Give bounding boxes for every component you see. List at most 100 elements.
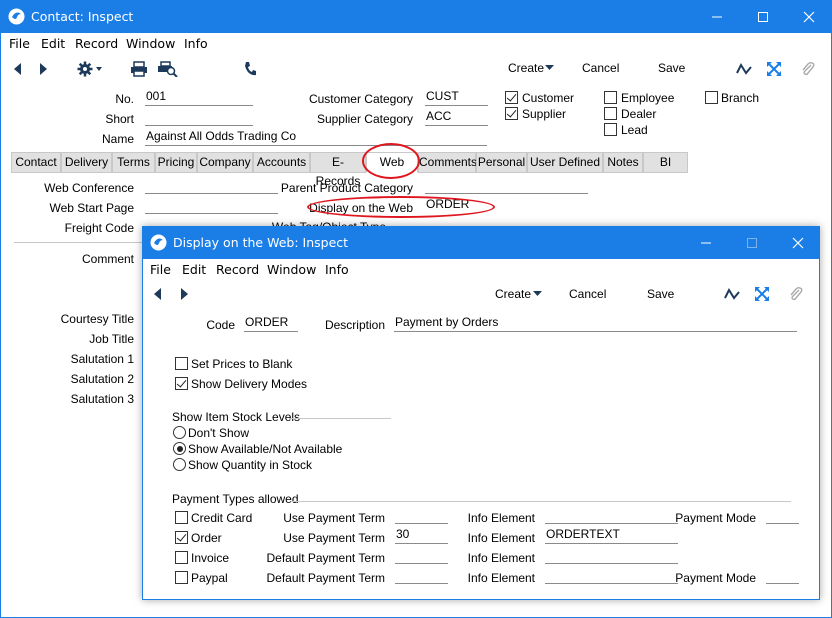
main-titlebar: Contact: Inspect (1, 1, 831, 33)
credit-card-checkbox[interactable] (175, 511, 188, 524)
show-available-radio[interactable] (173, 442, 186, 455)
create-button[interactable]: Create (508, 61, 544, 75)
dont-show-radio[interactable] (173, 426, 186, 439)
minimize-button[interactable] (694, 1, 740, 33)
credit-card-mode-field[interactable] (766, 507, 799, 524)
tab-delivery[interactable]: Delivery (61, 152, 112, 173)
dialog-attachment-icon[interactable] (785, 283, 807, 305)
customer-checkbox[interactable] (505, 91, 518, 104)
dialog-previous-record-icon[interactable] (147, 283, 169, 305)
order-info-field[interactable]: ORDERTEXT (545, 527, 678, 544)
tab-accounts[interactable]: Accounts (253, 152, 310, 173)
dialog-cancel-button[interactable]: Cancel (569, 287, 606, 301)
branch-checkbox[interactable] (705, 91, 718, 104)
dialog-create-dropdown-icon[interactable] (533, 291, 542, 297)
tab-notes[interactable]: Notes (603, 152, 643, 173)
salutation-2-label: Salutation 2 (70, 372, 134, 386)
invoice-term-field[interactable] (395, 547, 448, 564)
dialog-minimize-button[interactable] (683, 227, 729, 259)
order-term-field[interactable]: 30 (395, 527, 448, 544)
tab-contact[interactable]: Contact (11, 152, 61, 173)
name-field[interactable]: Against All Odds Trading Co (145, 129, 487, 146)
payment-types-divider (291, 501, 791, 502)
dialog-titlebar: Display on the Web: Inspect (143, 227, 819, 259)
customer-category-field[interactable]: CUST (425, 89, 488, 106)
invoice-info-field[interactable] (545, 547, 678, 564)
tab-web[interactable]: Web (366, 152, 418, 173)
maximize-button[interactable] (740, 1, 786, 33)
main-menubar: File Edit Record Window Info (1, 33, 831, 53)
paypal-checkbox[interactable] (175, 571, 188, 584)
description-field[interactable]: Payment by Orders (394, 315, 797, 332)
order-checkbox[interactable] (175, 531, 188, 544)
menu-record[interactable]: Record (75, 36, 118, 51)
close-button[interactable] (786, 1, 832, 33)
display-on-web-label: Display on the Web (309, 201, 413, 215)
menu-window[interactable]: Window (126, 36, 175, 51)
menu-file[interactable]: File (9, 36, 30, 51)
dialog-expand-icon[interactable] (751, 283, 773, 305)
short-field[interactable] (145, 109, 253, 126)
parent-product-category-field[interactable] (425, 177, 588, 194)
no-field[interactable]: 001 (145, 89, 253, 106)
set-prices-blank-checkbox[interactable] (175, 357, 188, 370)
menu-edit[interactable]: Edit (41, 36, 65, 51)
courtesy-title-label: Courtesy Title (60, 312, 134, 326)
dialog-save-button[interactable]: Save (647, 287, 674, 301)
freight-code-label: Freight Code (64, 221, 134, 235)
web-conference-field[interactable] (145, 177, 278, 194)
dialog-menu-file[interactable]: File (150, 262, 171, 277)
display-on-web-field[interactable]: ORDER (425, 197, 588, 214)
main-window-title: Contact: Inspect (31, 9, 134, 24)
paypal-mode-label: Payment Mode (675, 571, 756, 585)
show-delivery-modes-checkbox[interactable] (175, 377, 188, 390)
dialog-menu-window[interactable]: Window (267, 262, 316, 277)
print-preview-icon[interactable] (157, 58, 179, 80)
credit-card-info-field[interactable] (545, 507, 678, 524)
expand-icon[interactable] (763, 58, 785, 80)
menu-info[interactable]: Info (184, 36, 208, 51)
dealer-checkbox[interactable] (604, 107, 617, 120)
show-quantity-radio[interactable] (173, 458, 186, 471)
supplier-checkbox[interactable] (505, 107, 518, 120)
dialog-close-button[interactable] (775, 227, 821, 259)
tab-personal[interactable]: Personal (476, 152, 527, 173)
paypal-mode-field[interactable] (766, 567, 799, 584)
gear-icon[interactable] (75, 58, 107, 80)
tab-terms[interactable]: Terms (112, 152, 155, 173)
supplier-category-field[interactable]: ACC (425, 109, 488, 126)
previous-record-icon[interactable] (7, 58, 29, 80)
next-record-icon[interactable] (32, 58, 54, 80)
lead-checkbox[interactable] (604, 123, 617, 136)
cancel-button[interactable]: Cancel (582, 61, 619, 75)
dialog-pulse-icon[interactable] (721, 283, 743, 305)
code-label: Code (206, 318, 235, 332)
employee-checkbox[interactable] (604, 91, 617, 104)
attachment-icon[interactable] (797, 58, 819, 80)
dialog-next-record-icon[interactable] (173, 283, 195, 305)
dialog-menubar: File Edit Record Window Info (143, 259, 819, 279)
dialog-menu-edit[interactable]: Edit (182, 262, 206, 277)
order-label: Order (191, 531, 222, 545)
web-start-page-field[interactable] (145, 197, 278, 214)
dialog-menu-record[interactable]: Record (216, 262, 259, 277)
phone-icon[interactable] (239, 58, 261, 80)
dialog-menu-info[interactable]: Info (325, 262, 349, 277)
tab-bi[interactable]: BI (643, 152, 688, 173)
tab-pricing[interactable]: Pricing (155, 152, 197, 173)
tab-user-defined[interactable]: User Defined (527, 152, 603, 173)
invoice-checkbox[interactable] (175, 551, 188, 564)
pulse-icon[interactable] (733, 58, 755, 80)
create-dropdown-icon[interactable] (545, 65, 554, 71)
dialog-maximize-button[interactable] (729, 227, 775, 259)
code-field[interactable]: ORDER (244, 315, 298, 332)
tab-e-records[interactable]: E-Records (310, 152, 366, 188)
paypal-info-field[interactable] (545, 567, 678, 584)
save-button[interactable]: Save (658, 61, 685, 75)
dialog-create-button[interactable]: Create (495, 287, 531, 301)
tab-comments[interactable]: Comments (418, 152, 477, 173)
paypal-term-field[interactable] (395, 567, 448, 584)
tab-company[interactable]: Company (197, 152, 253, 173)
credit-card-term-field[interactable] (395, 507, 448, 524)
print-icon[interactable] (128, 58, 150, 80)
